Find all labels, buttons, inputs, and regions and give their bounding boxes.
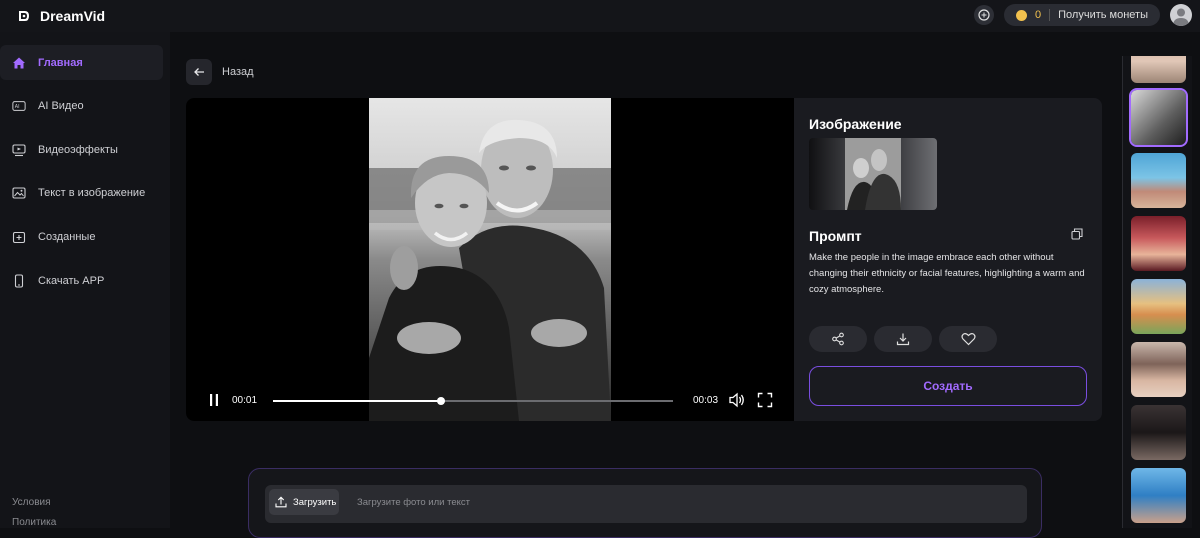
back-label[interactable]: Назад — [222, 66, 254, 78]
user-icon — [1173, 8, 1189, 26]
privacy-link[interactable]: Политика — [12, 517, 56, 528]
sidebar-item-label: Скачать APP — [38, 274, 105, 287]
history-thumbnail[interactable] — [1131, 468, 1186, 523]
sidebar-item-text-to-image[interactable]: Текст в изображение — [0, 175, 163, 210]
video-player[interactable]: 00:01 00:03 — [186, 98, 794, 421]
created-icon — [12, 230, 26, 244]
history-thumbnail[interactable] — [1131, 405, 1186, 460]
arrow-left-icon — [194, 68, 204, 76]
history-thumbnail[interactable] — [1131, 279, 1186, 334]
download-button[interactable] — [874, 326, 932, 352]
video-effects-icon — [12, 143, 26, 157]
app-logo[interactable]: DreamVid — [16, 8, 105, 24]
upload-label: Загрузить — [293, 496, 337, 508]
image-section-title: Изображение — [809, 116, 902, 132]
favorite-button[interactable] — [939, 326, 997, 352]
share-icon — [832, 332, 844, 346]
app-name: DreamVid — [40, 8, 106, 24]
sidebar-item-download-app[interactable]: Скачать APP — [0, 263, 163, 298]
sidebar-item-ai-video[interactable]: AI AI Видео — [0, 88, 163, 123]
prompt-section-title: Промпт — [809, 228, 862, 244]
progress-fill — [273, 400, 441, 402]
download-icon — [896, 333, 910, 346]
logo-icon — [19, 11, 29, 21]
video-controls: 00:01 00:03 — [186, 387, 794, 415]
sidebar: Главная AI AI Видео Видеоэффекты Текст в… — [0, 32, 170, 528]
sidebar-item-label: Созданные — [38, 230, 96, 243]
total-time: 00:03 — [693, 395, 719, 406]
volume-icon[interactable] — [728, 392, 746, 408]
history-thumbnail[interactable] — [1131, 153, 1186, 208]
language-button[interactable] — [974, 5, 995, 25]
prompt-input-placeholder: Загрузите фото или текст — [357, 497, 470, 508]
user-avatar[interactable] — [1170, 4, 1192, 26]
progress-thumb[interactable] — [437, 397, 445, 405]
coin-divider — [1049, 9, 1051, 21]
upload-button[interactable]: Загрузить — [269, 489, 339, 515]
fullscreen-icon[interactable] — [757, 392, 773, 408]
source-image-thumbnail[interactable] — [809, 138, 937, 210]
coin-count: 0 — [1035, 9, 1042, 21]
video-image — [369, 98, 611, 421]
sidebar-item-label: Главная — [38, 56, 83, 69]
source-image — [845, 138, 901, 210]
details-panel: Изображение Промпт Make the people in th… — [794, 98, 1102, 421]
top-bar: DreamVid 0 Получить монеты — [0, 0, 1200, 32]
sidebar-item-video-effects[interactable]: Видеоэффекты — [0, 132, 163, 167]
coin-icon — [1016, 9, 1028, 21]
sidebar-item-label: Видеоэффекты — [38, 143, 118, 156]
progress-bar[interactable] — [273, 397, 673, 405]
ai-video-icon: AI — [12, 99, 26, 113]
phone-icon — [12, 273, 26, 288]
home-icon — [12, 56, 26, 70]
sidebar-item-created[interactable]: Созданные — [0, 219, 163, 254]
prompt-text: Make the people in the image embrace eac… — [809, 252, 1085, 295]
terms-link[interactable]: Условия — [12, 497, 51, 508]
history-strip — [1122, 56, 1192, 528]
video-frame — [369, 98, 611, 421]
result-card: 00:01 00:03 Изображение Промпт Make the … — [186, 98, 1102, 421]
prompt-input-bar[interactable]: Загрузить Загрузите фото или текст — [265, 485, 1027, 523]
language-icon — [978, 9, 990, 21]
share-button[interactable] — [809, 326, 867, 352]
pause-icon[interactable] — [208, 393, 220, 407]
get-coins-label: Получить монеты — [1058, 9, 1148, 21]
text-to-image-icon — [12, 186, 26, 200]
current-time: 00:01 — [232, 395, 258, 406]
history-thumbnail[interactable] — [1129, 88, 1188, 147]
sidebar-item-home[interactable]: Главная — [0, 45, 163, 80]
heart-icon — [960, 333, 976, 346]
create-button[interactable]: Создать — [809, 366, 1087, 406]
history-thumbnail[interactable] — [1131, 216, 1186, 271]
sidebar-item-label: AI Видео — [38, 99, 84, 112]
back-button[interactable] — [186, 59, 212, 85]
upload-icon — [275, 496, 287, 508]
svg-text:AI: AI — [15, 104, 20, 110]
copy-icon[interactable] — [1071, 228, 1083, 240]
sidebar-item-label: Текст в изображение — [38, 186, 146, 199]
history-thumbnail[interactable] — [1131, 342, 1186, 397]
coins-button[interactable]: 0 Получить монеты — [1004, 4, 1160, 26]
history-thumbnail[interactable] — [1131, 56, 1186, 83]
